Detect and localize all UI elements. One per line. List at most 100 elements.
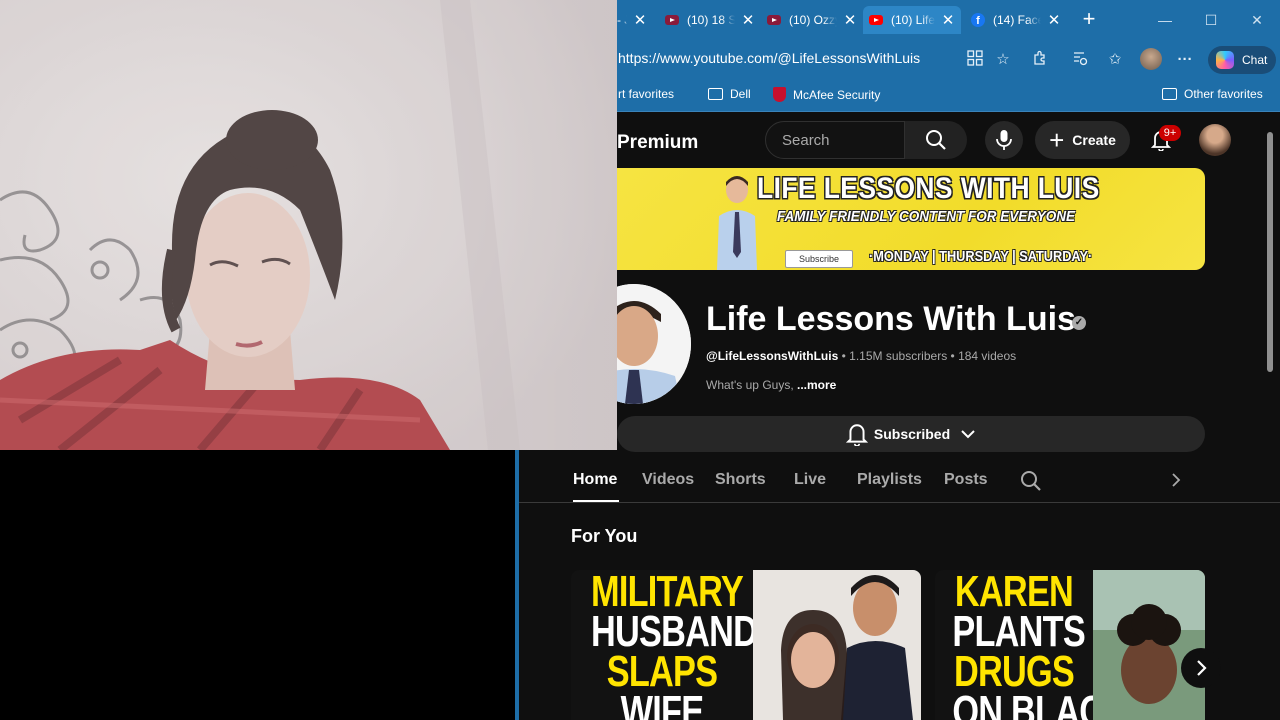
folder-icon (1162, 88, 1177, 100)
browser-tab-active[interactable]: (10) Life ✕ (863, 6, 961, 34)
youtube-favicon-icon (665, 13, 679, 27)
chevron-right-icon (1197, 660, 1207, 676)
thumbnail-text-line: PLANTS (952, 607, 1085, 656)
window-edge (515, 450, 519, 720)
bookmark-mcafee[interactable]: McAfee Security (773, 87, 880, 102)
banner-title: LIFE LESSONS WITH LUIS (757, 172, 1100, 205)
tab-title: - J (617, 13, 627, 27)
browser-tab[interactable]: f (14) Face ✕ (967, 6, 1067, 34)
section-title: For You (571, 526, 638, 546)
video-thumbnail[interactable]: KAREN PLANTS DRUGS ON BLACK (935, 570, 1205, 720)
browser-tab[interactable]: (10) 18 S ✕ (661, 6, 755, 34)
description-more-link[interactable]: ...more (797, 378, 836, 392)
banner-schedule: ·MONDAY | THURSDAY | SATURDAY· (869, 248, 1093, 265)
maximize-icon[interactable]: ☐ (1199, 8, 1223, 32)
thumbnail-text-line: WIFE (620, 687, 704, 720)
minimize-icon[interactable]: — (1153, 8, 1177, 32)
voice-search-button[interactable] (985, 121, 1023, 159)
facebook-favicon-icon: f (971, 13, 985, 27)
page-scrollbar[interactable] (1265, 112, 1275, 720)
bookmark-favorites[interactable]: rt favorites (618, 87, 674, 101)
tab-posts[interactable]: Posts (944, 471, 988, 489)
more-menu-icon[interactable]: ··· (1175, 50, 1195, 70)
description-text: What's up Guys, (706, 378, 797, 392)
bookmark-dell[interactable]: Dell (708, 87, 751, 101)
youtube-premium-logo[interactable]: Premium (617, 132, 698, 154)
youtube-favicon-icon (767, 13, 781, 27)
thumbnail-photo-image (753, 570, 921, 720)
profile-avatar[interactable] (1140, 48, 1162, 70)
youtube-page: Premium Search + Create 9+ LIFE LESSONS … (515, 112, 1280, 720)
create-label: Create (1072, 132, 1116, 148)
close-tab-icon[interactable]: ✕ (741, 11, 755, 29)
tab-title: (10) Ozzy (789, 13, 837, 27)
thumbnail-text-line: HUSBAND (591, 607, 758, 656)
banner-person-image (717, 176, 757, 270)
meta-separator: • (947, 349, 959, 363)
search-input[interactable]: Search (765, 121, 905, 159)
bookmark-label: Dell (730, 87, 751, 101)
scrollbar-thumb[interactable] (1267, 132, 1273, 372)
youtube-favicon-icon (869, 13, 883, 27)
tab-live[interactable]: Live (794, 471, 826, 489)
account-avatar[interactable] (1199, 124, 1231, 156)
tab-strip: - J ✕ (10) 18 S ✕ (10) Ozzy ✕ (10) Life … (515, 0, 1280, 40)
channel-meta: @LifeLessonsWithLuis • 1.15M subscribers… (706, 349, 1016, 363)
tab-playlists[interactable]: Playlists (857, 471, 922, 489)
close-tab-icon[interactable]: ✕ (1047, 11, 1061, 29)
tab-title: (10) Life (891, 13, 935, 27)
browser-essentials-icon[interactable] (1070, 50, 1090, 70)
channel-search-icon[interactable] (1020, 470, 1042, 492)
channel-tabs: Home Videos Shorts Live Playlists Posts (515, 458, 1280, 503)
close-tab-icon[interactable]: ✕ (941, 11, 955, 29)
search-icon (926, 130, 946, 150)
new-tab-button[interactable]: + (1075, 6, 1103, 34)
chevron-right-icon[interactable] (1170, 472, 1182, 488)
tab-home[interactable]: Home (573, 471, 617, 489)
channel-name: Life Lessons With Luis (706, 300, 1076, 338)
thumbnail-text-line: SLAPS (606, 647, 718, 696)
thumbnail-photo-image (1093, 570, 1205, 720)
channel-banner: LIFE LESSONS WITH LUIS FAMILY FRIENDLY C… (617, 168, 1205, 270)
shelf-next-button[interactable] (1181, 648, 1221, 688)
bookmark-label: McAfee Security (793, 87, 881, 102)
create-button[interactable]: + Create (1035, 121, 1130, 159)
copilot-logo-icon (1216, 51, 1234, 69)
subscribed-button[interactable]: Subscribed (617, 416, 1205, 452)
close-tab-icon[interactable]: ✕ (843, 11, 857, 29)
browser-tab[interactable]: (10) Ozzy ✕ (763, 6, 859, 34)
copilot-chat-button[interactable]: Chat (1208, 46, 1276, 74)
extensions-icon[interactable] (1030, 50, 1050, 70)
close-tab-icon[interactable]: ✕ (633, 11, 647, 29)
video-count: 184 videos (958, 349, 1017, 363)
plus-icon: + (1049, 125, 1065, 155)
verified-badge-icon: ✓ (1072, 316, 1086, 330)
search-button[interactable] (905, 121, 967, 159)
favorites-icon[interactable]: ✩ (1105, 50, 1125, 70)
thumbnail-text-panel: MILITARY HUSBAND SLAPS WIFE (571, 570, 758, 720)
browser-tab[interactable]: - J ✕ (617, 6, 653, 34)
chevron-down-icon (961, 430, 975, 439)
tab-videos[interactable]: Videos (642, 471, 694, 489)
address-bar-url[interactable]: https://www.youtube.com/@LifeLessonsWith… (618, 50, 920, 66)
bookmark-label: rt favorites (618, 87, 675, 101)
tab-shorts[interactable]: Shorts (715, 471, 766, 489)
search-placeholder: Search (782, 132, 830, 149)
close-window-icon[interactable]: ✕ (1245, 8, 1269, 32)
app-grid-icon[interactable] (965, 50, 985, 70)
webcam-overlay (0, 0, 617, 450)
copilot-chat-label: Chat (1242, 53, 1268, 67)
video-thumbnail[interactable]: MILITARY HUSBAND SLAPS WIFE (571, 570, 921, 720)
banner-subscribe-label: Subscribe (798, 254, 840, 264)
favorite-star-icon[interactable]: ☆ (993, 50, 1013, 70)
browser-window: - J ✕ (10) 18 S ✕ (10) Ozzy ✕ (10) Life … (515, 0, 1280, 720)
banner-subtitle: FAMILY FRIENDLY CONTENT FOR EVERYONE (777, 208, 1076, 225)
bookmarks-bar: rt favorites Dell McAfee Security Other … (515, 78, 1280, 112)
channel-description[interactable]: What's up Guys, ...more (706, 378, 836, 392)
other-favorites[interactable]: Other favorites (1162, 87, 1263, 101)
mcafee-shield-icon (773, 87, 786, 102)
tab-title: (10) 18 S (687, 13, 735, 27)
subscriber-count: 1.15M subscribers (849, 349, 948, 363)
bell-icon (845, 424, 868, 446)
thumbnail-text-panel: KAREN PLANTS DRUGS ON BLACK (935, 570, 1128, 720)
